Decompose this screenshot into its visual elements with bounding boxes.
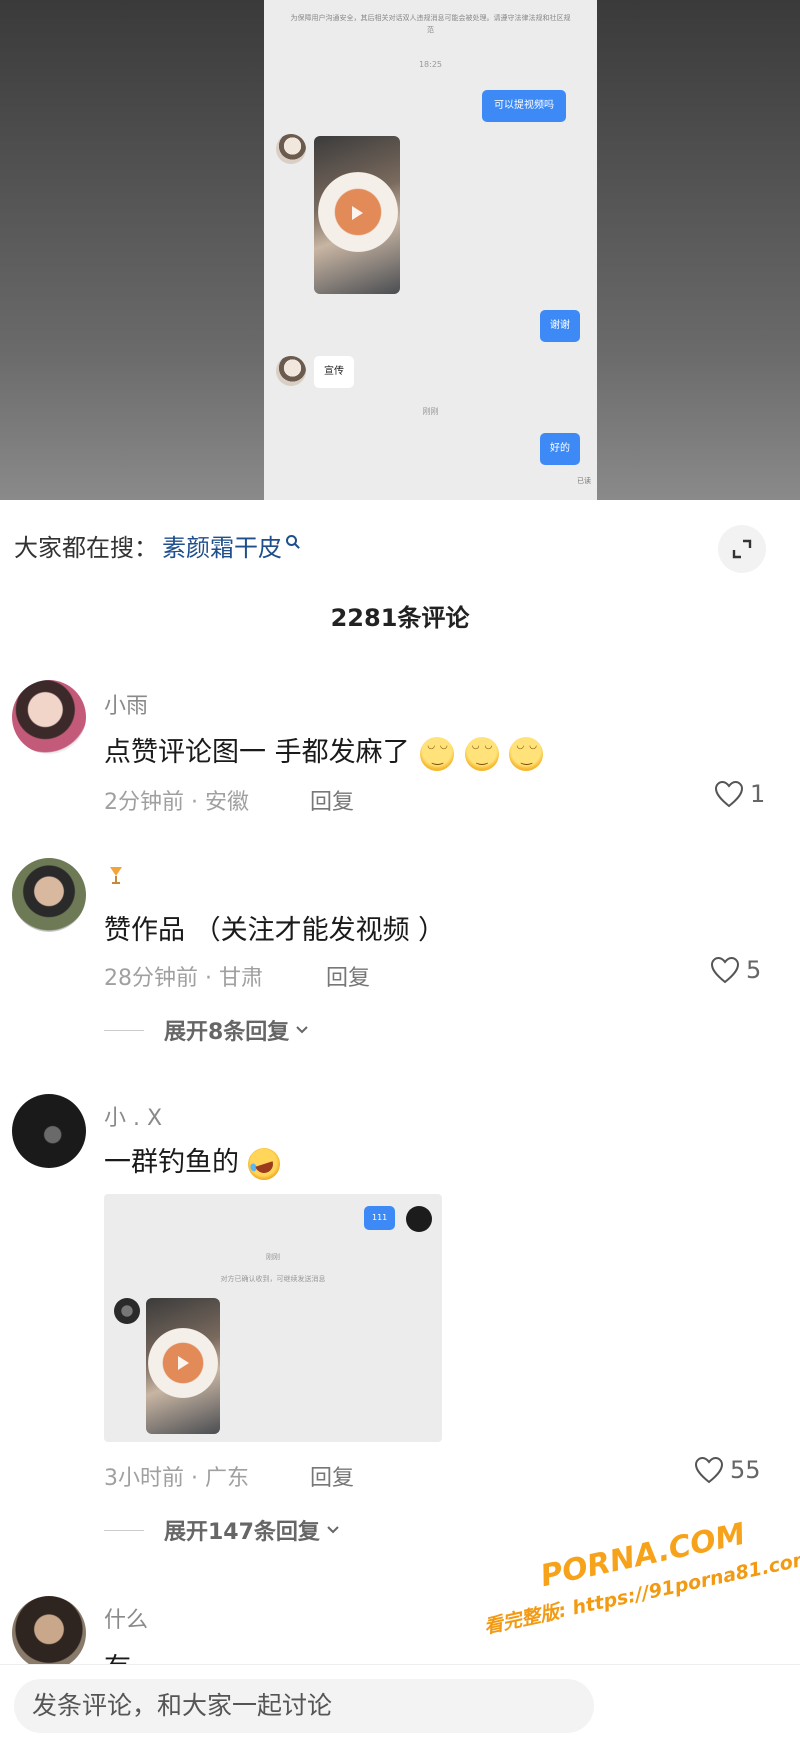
chat-bubble-me: 谢谢 <box>540 310 580 342</box>
chevron-down-icon <box>327 1526 339 1534</box>
comment-username[interactable]: 小 . X <box>104 1100 162 1132</box>
chat-bubble-other: 宣传 <box>314 356 354 388</box>
trending-term-link[interactable]: 素颜霜干皮 <box>162 528 282 563</box>
chat-avatar <box>276 134 306 164</box>
comment-meta: 2分钟前 · 安徽 <box>104 790 249 815</box>
chevron-down-icon <box>296 1026 309 1034</box>
divider-line <box>104 1529 144 1531</box>
avatar[interactable] <box>12 1596 86 1670</box>
comment-text: 赞作品 （关注才能发视频 ） <box>104 915 446 946</box>
expand-icon <box>732 539 752 559</box>
expand-replies-button[interactable]: 展开147条回复 <box>104 1514 340 1546</box>
read-status: 已读 <box>577 477 591 485</box>
like-button[interactable]: 1 <box>714 780 765 808</box>
chat-bubble-me: 可以提视频吗 <box>482 90 566 122</box>
cocktail-badge-icon <box>110 867 122 884</box>
comment-username[interactable]: 小雨 <box>104 688 148 720</box>
comment-meta: 3小时前 · 广东 <box>104 1466 249 1491</box>
comment-text-content: 点赞评论图一 手都发麻了 <box>104 737 410 768</box>
expand-replies-label: 展开147条回复 <box>164 1520 320 1545</box>
trending-prefix: 大家都在搜： <box>14 534 158 562</box>
avatar[interactable] <box>12 680 86 754</box>
chat-bubble-me: 好的 <box>540 433 580 465</box>
play-icon <box>178 1356 189 1370</box>
chat-timestamp: 刚刚 <box>422 407 439 416</box>
comment-username[interactable]: 什么 <box>104 1602 148 1634</box>
chat-avatar <box>406 1206 432 1232</box>
chat-avatar <box>276 356 306 386</box>
like-count: 1 <box>750 780 766 808</box>
expand-replies-label: 展开8条回复 <box>164 1020 290 1045</box>
heart-icon <box>710 956 740 984</box>
chat-screenshot: 为保障用户沟通安全，其后相关对话双人违规消息可能会被处理。请遵守法律法规和社区规… <box>264 0 597 500</box>
heart-icon <box>714 780 744 808</box>
chat-timestamp: 18:25 <box>418 60 443 69</box>
reply-button[interactable]: 回复 <box>310 784 354 816</box>
chat-notice: 为保障用户沟通安全，其后相关对话双人违规消息可能会被处理。请遵守法律法规和社区规… <box>290 14 571 34</box>
smile-emoji-icon <box>464 736 499 771</box>
chat-avatar <box>114 1298 140 1324</box>
laughing-emoji-icon <box>243 1143 284 1184</box>
chat-bubble-me: 111 <box>364 1206 396 1230</box>
reply-button[interactable]: 回复 <box>310 1460 354 1492</box>
comment-text: 一群钓鱼的 <box>104 1140 284 1184</box>
avatar[interactable] <box>12 858 86 932</box>
heart-icon <box>694 1456 724 1484</box>
smile-emoji-icon <box>509 736 544 771</box>
like-count: 55 <box>730 1456 761 1484</box>
reply-button[interactable]: 回复 <box>326 960 370 992</box>
like-button[interactable]: 5 <box>710 956 761 984</box>
chat-video-thumbnail <box>146 1298 220 1434</box>
search-icon <box>286 535 297 546</box>
trending-search[interactable]: 大家都在搜： 素颜霜干皮 <box>14 528 297 563</box>
avatar[interactable] <box>12 1094 86 1168</box>
smile-emoji-icon <box>420 736 455 771</box>
comment-image[interactable]: 111 刚刚 对方已确认收到，可继续发送消息 <box>104 1194 442 1442</box>
comment-text: 点赞评论图一 手都发麻了 <box>104 730 544 771</box>
post-media[interactable]: 为保障用户沟通安全，其后相关对话双人违规消息可能会被处理。请遵守法律法规和社区规… <box>0 0 800 500</box>
like-count: 5 <box>746 956 762 984</box>
chat-video-thumbnail <box>314 136 400 294</box>
chat-timestamp: 刚刚 <box>266 1253 280 1261</box>
comment-text-content: 一群钓鱼的 <box>104 1147 239 1178</box>
divider-line <box>104 1029 144 1031</box>
comment-meta: 28分钟前 · 甘肃 <box>104 966 263 991</box>
collapse-expand-button[interactable] <box>718 525 766 573</box>
comments-count-title: 2281条评论 <box>330 604 470 632</box>
chat-notice: 对方已确认收到，可继续发送消息 <box>220 1275 326 1283</box>
play-icon <box>352 206 363 220</box>
like-button[interactable]: 55 <box>694 1456 761 1484</box>
expand-replies-button[interactable]: 展开8条回复 <box>104 1014 309 1046</box>
